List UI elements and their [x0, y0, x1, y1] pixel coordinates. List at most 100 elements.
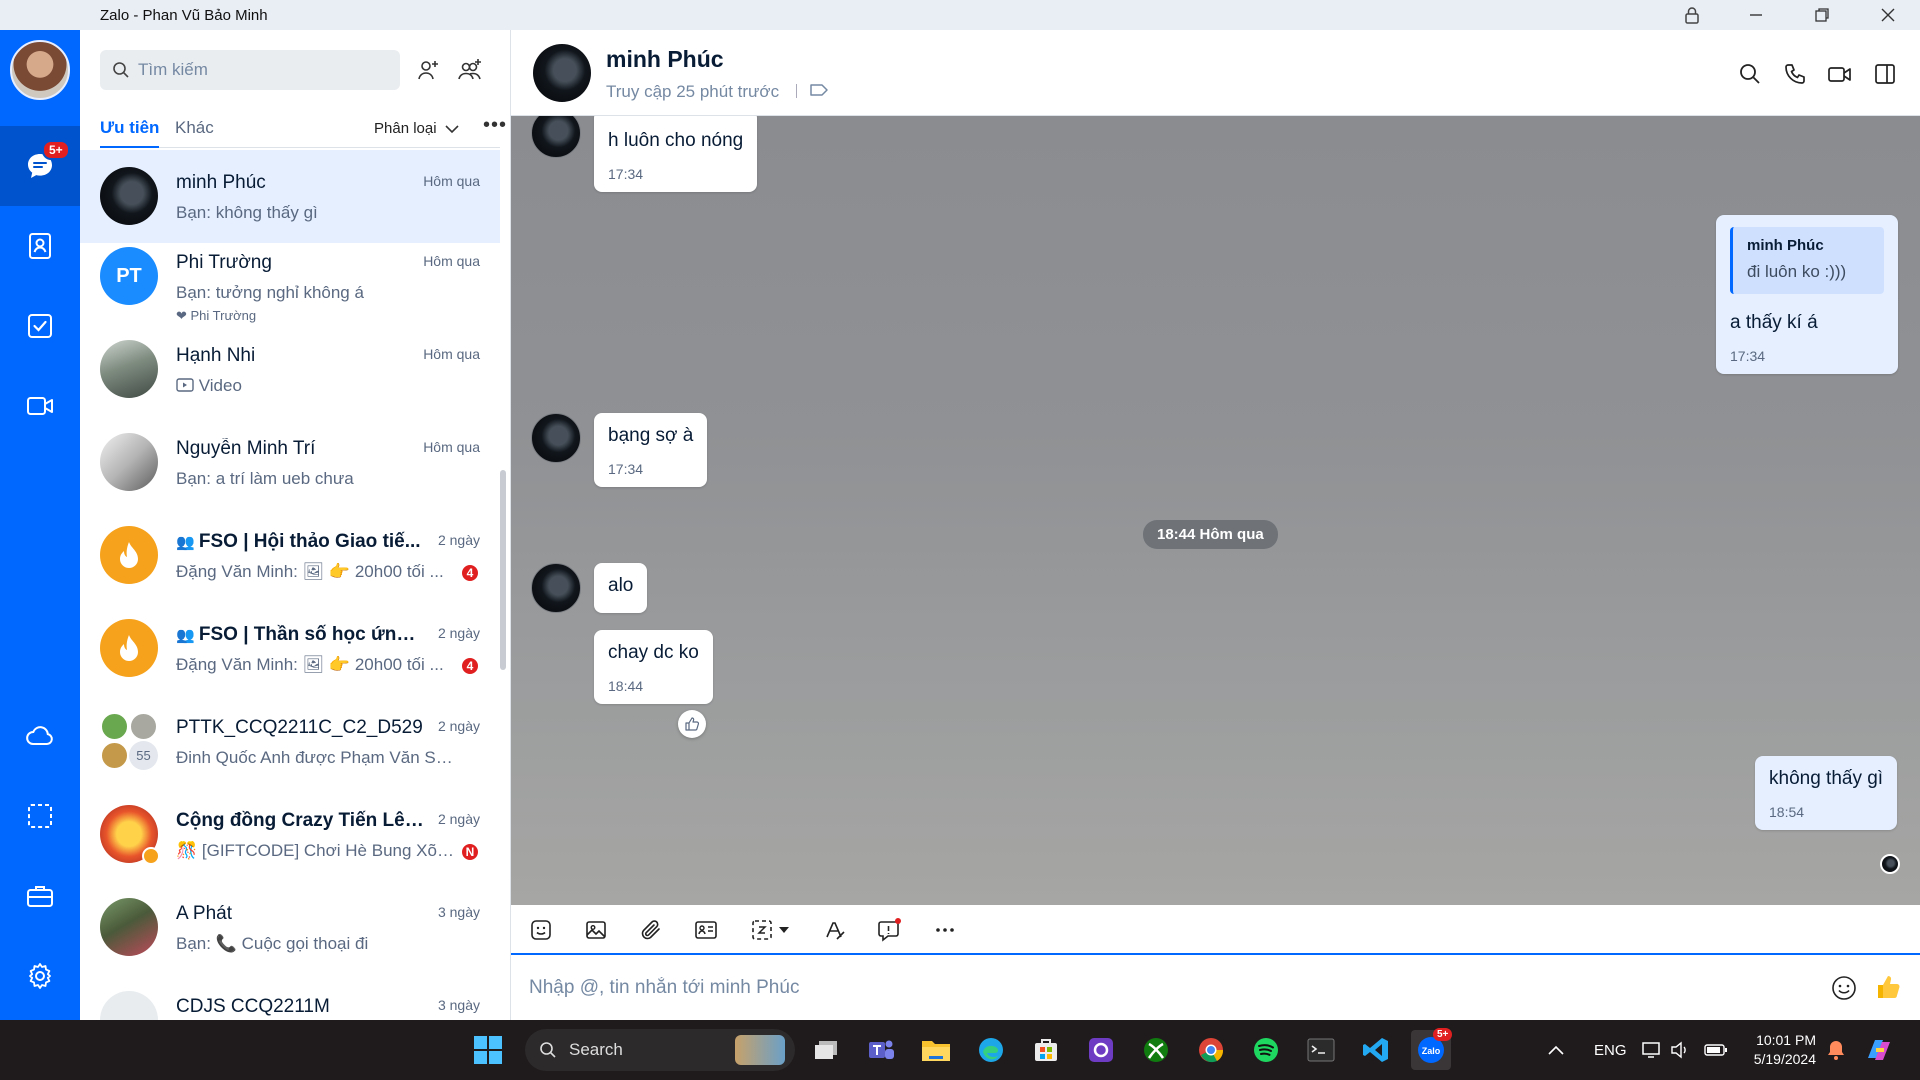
spotify-app[interactable]	[1246, 1030, 1286, 1070]
xbox-app[interactable]	[1136, 1030, 1176, 1070]
voice-call-button[interactable]	[1779, 58, 1811, 90]
todo-nav[interactable]	[0, 286, 80, 366]
member-count: 55	[129, 741, 158, 770]
tray-overflow[interactable]	[1548, 1020, 1564, 1080]
tab-priority[interactable]: Ưu tiên	[100, 118, 160, 148]
vscode-app[interactable]	[1356, 1030, 1396, 1070]
side-panel-icon	[1875, 64, 1895, 84]
toolbox-nav[interactable]	[0, 856, 80, 936]
sender-avatar[interactable]	[531, 116, 581, 158]
edge-app[interactable]	[971, 1030, 1011, 1070]
store-app[interactable]	[1026, 1030, 1066, 1070]
conversation-time: 2 ngày	[437, 625, 480, 641]
conversation-item[interactable]: 👥 FSO | Hội thảo Giao tiế... 2 ngày Đặng…	[80, 509, 500, 602]
message-bubble[interactable]: bạng sợ à 17:34	[594, 413, 708, 487]
create-group-button[interactable]	[454, 54, 486, 86]
svg-text:Zalo: Zalo	[1422, 1046, 1441, 1056]
more-tools-button[interactable]	[929, 914, 961, 946]
task-view-button[interactable]	[806, 1030, 846, 1070]
conversation-item[interactable]: CDJS CCQ2211M 3 ngày	[80, 974, 500, 1020]
add-friend-button[interactable]	[412, 54, 444, 86]
message-bubble-mine[interactable]: không thấy gì 18:54	[1755, 756, 1898, 830]
message-bubble[interactable]: chay dc ko 18:44	[594, 630, 713, 704]
quoted-message[interactable]: minh Phúc đi luôn ko :)))	[1730, 227, 1884, 294]
react-like-button[interactable]	[678, 710, 706, 738]
conversation-item[interactable]: Cộng đồng Crazy Tiến Lên... 2 ngày 🎊 [GI…	[80, 788, 500, 881]
conversation-time: Hôm qua	[423, 439, 480, 455]
conversation-item[interactable]: A Phát 3 ngày Bạn: 📞 Cuộc gọi thoại đi	[80, 881, 500, 974]
terminal-app[interactable]	[1301, 1030, 1341, 1070]
list-scrollbar[interactable]	[500, 470, 506, 670]
video-call-button[interactable]	[1824, 58, 1856, 90]
sender-avatar[interactable]	[531, 413, 581, 463]
edge-icon	[979, 1038, 1003, 1062]
thumbs-up-icon	[1878, 976, 1900, 998]
copilot-icon[interactable]	[1864, 1020, 1894, 1080]
maximize-button[interactable]	[1790, 0, 1854, 30]
settings-nav[interactable]	[0, 936, 80, 1016]
classify-dropdown[interactable]: Phân loại	[374, 120, 459, 137]
capture-icon	[28, 804, 52, 828]
cloud-nav[interactable]	[0, 696, 80, 776]
message-bubble[interactable]: h luôn cho nóng 17:34	[594, 116, 758, 192]
message-time: 17:34	[608, 166, 644, 182]
window-title: Zalo - Phan Vũ Bảo Minh	[100, 7, 268, 24]
teams-icon	[869, 1040, 894, 1059]
minimize-button[interactable]	[1724, 0, 1788, 30]
file-explorer-app[interactable]	[916, 1030, 956, 1070]
contact-name[interactable]: minh Phúc	[606, 46, 724, 73]
video-call-nav[interactable]	[0, 366, 80, 446]
settings-icon	[29, 963, 51, 989]
teams-app[interactable]	[861, 1030, 901, 1070]
more-options-icon[interactable]: •••	[483, 114, 507, 137]
search-box[interactable]	[100, 50, 400, 90]
seen-avatar	[1880, 854, 1900, 874]
text-format-button[interactable]	[819, 914, 851, 946]
attach-file-button[interactable]	[635, 914, 667, 946]
clipchamp-app[interactable]	[1081, 1030, 1121, 1070]
message-input[interactable]	[529, 973, 1729, 1003]
volume-icon[interactable]	[1670, 1020, 1690, 1080]
contact-card-button[interactable]	[690, 914, 722, 946]
quick-like-button[interactable]	[1873, 971, 1905, 1003]
caret-down-icon[interactable]	[778, 926, 790, 934]
reminder-icon	[878, 918, 901, 942]
conversation-item[interactable]: Hạnh Nhi Hôm qua Video	[80, 323, 500, 416]
notification-bell-icon[interactable]	[1826, 1020, 1846, 1080]
capture-nav[interactable]	[0, 776, 80, 856]
search-input[interactable]	[138, 60, 378, 80]
chrome-app[interactable]	[1191, 1030, 1231, 1070]
verified-badge-icon	[142, 847, 160, 865]
conversation-info-button[interactable]	[1869, 58, 1901, 90]
start-button[interactable]	[468, 1030, 508, 1070]
emoji-button[interactable]	[1829, 973, 1859, 1003]
sticker-button[interactable]	[525, 914, 557, 946]
battery-icon[interactable]	[1704, 1020, 1728, 1080]
image-button[interactable]	[580, 914, 612, 946]
zalo-app[interactable]: Zalo 5+	[1411, 1028, 1453, 1070]
conversation-name: minh Phúc	[176, 172, 266, 193]
close-button[interactable]	[1856, 0, 1920, 30]
message-bubble-mine[interactable]: minh Phúc đi luôn ko :))) a thấy kí á 17…	[1716, 215, 1898, 374]
lock-icon[interactable]	[1660, 0, 1724, 30]
messages-nav[interactable]: 5+	[0, 126, 80, 206]
windows-taskbar: Search Zalo 5+ ENG 10:01 PM 5/19/2024	[0, 1020, 1920, 1080]
contacts-nav[interactable]	[0, 206, 80, 286]
message-bubble[interactable]: alo	[594, 563, 648, 613]
contact-avatar[interactable]	[533, 44, 591, 102]
network-icon[interactable]	[1642, 1020, 1662, 1080]
screenshot-button[interactable]	[745, 914, 795, 946]
conversation-item[interactable]: 55 PTTK_CCQ2211C_C2_D529 2 ngày Đinh Quố…	[80, 695, 500, 788]
language-indicator[interactable]: ENG	[1594, 1020, 1627, 1080]
system-clock[interactable]: 10:01 PM 5/19/2024	[1744, 1031, 1816, 1069]
tab-other[interactable]: Khác	[175, 118, 214, 138]
user-avatar[interactable]	[10, 40, 70, 100]
search-chat-button[interactable]	[1734, 58, 1766, 90]
conversation-item[interactable]: Nguyễn Minh Trí Hôm qua Bạn: a trí làm u…	[80, 416, 500, 509]
conversation-item[interactable]: PT Phi Trường Hôm qua Bạn: tưởng nghỉ kh…	[80, 230, 500, 323]
taskbar-search[interactable]: Search	[525, 1029, 795, 1071]
tag-icon[interactable]	[809, 82, 829, 103]
conversation-item[interactable]: 👥 FSO | Thần số học ứng ... 2 ngày Đặng …	[80, 602, 500, 695]
reminder-button[interactable]	[874, 914, 906, 946]
sender-avatar[interactable]	[531, 563, 581, 613]
